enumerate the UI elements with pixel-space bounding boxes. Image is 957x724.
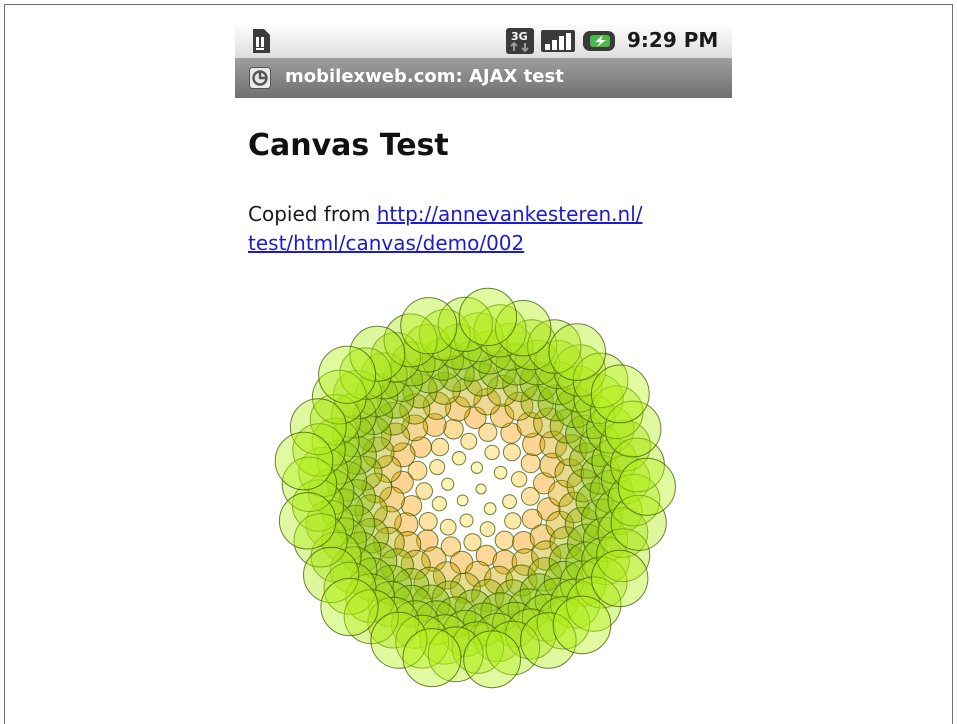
phone-screen: 3G 9:29 PM mobilexweb.com: AJAX test Can… [235, 24, 732, 714]
spiral-circle [502, 494, 517, 510]
spiral-circle [458, 287, 518, 347]
network-type-label: 3G [511, 30, 528, 43]
spiral-circle [475, 483, 487, 495]
spiral-circle [493, 465, 508, 480]
spiral-circle [552, 595, 612, 655]
status-bar: 3G 9:29 PM [235, 24, 732, 58]
spiral-circle [441, 477, 455, 491]
spiral-circle [459, 513, 474, 528]
spiral-circle [415, 482, 433, 500]
spiral-circle [591, 549, 649, 608]
spiral-circle [418, 512, 438, 531]
source-link-line2: test/html/canvas/demo/002 [248, 231, 525, 255]
spiral-circle [463, 630, 522, 689]
browser-page-title: mobilexweb.com: AJAX test [285, 66, 564, 87]
signal-strength-icon [541, 30, 575, 52]
spiral-circle [274, 431, 334, 491]
spiral-circle [483, 502, 497, 516]
status-bar-clock: 9:29 PM [627, 28, 719, 52]
battery-icon [583, 31, 615, 51]
spiral-circle [502, 443, 521, 462]
spiral-circle [439, 518, 457, 536]
spiral-circle [520, 453, 541, 474]
browser-title-bar[interactable]: mobilexweb.com: AJAX test [235, 58, 732, 98]
spiral-circle [460, 432, 478, 450]
spiral-circle [479, 521, 496, 538]
sim-card-icon [253, 29, 270, 53]
source-link-line1: http://annevankesteren.nl/ [376, 202, 643, 226]
spiral-circle [548, 323, 607, 381]
page-heading: Canvas Test [248, 128, 449, 163]
spiral-circle [617, 457, 676, 516]
spiral-circle [278, 492, 337, 550]
spiral-circle [470, 461, 484, 474]
spiral-circle [451, 451, 467, 466]
spiral-circle [504, 512, 522, 530]
spiral-circle [590, 364, 650, 424]
intro-text: Copied from [248, 202, 377, 226]
spiral-circle [443, 418, 464, 440]
spiral-circle [431, 496, 447, 512]
globe-icon [249, 67, 271, 89]
3g-icon: 3G [506, 28, 534, 54]
spiral-circle [430, 437, 450, 457]
spiral-circle [456, 494, 469, 507]
spiral-circle [510, 471, 528, 488]
canvas-drawing [274, 287, 676, 689]
spiral-circle [429, 459, 446, 476]
spiral-circle [484, 444, 500, 461]
spiral-circle [400, 297, 458, 355]
spiral-circle [318, 345, 377, 404]
spiral-circle [320, 577, 379, 637]
spiral-circle [494, 530, 515, 551]
spiral-circle [402, 628, 462, 688]
source-paragraph: Copied from http://annevankesteren.nl/te… [248, 200, 718, 258]
